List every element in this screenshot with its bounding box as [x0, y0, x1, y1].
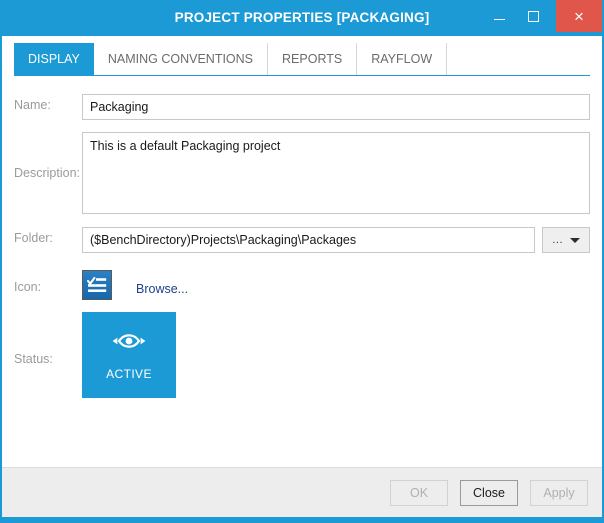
- description-field-area: [82, 132, 590, 214]
- display-tab-panel: Name: Description: Folder: ...: [2, 76, 602, 467]
- chevron-down-icon: [569, 237, 580, 243]
- ellipsis-icon: ...: [552, 233, 563, 246]
- minimize-icon: [493, 19, 505, 20]
- icon-row: Icon: Browse...: [14, 270, 590, 300]
- folder-browse-dropdown-button[interactable]: ...: [542, 227, 590, 253]
- dialog-footer: OK Close Apply: [2, 467, 602, 517]
- tab-strip: DISPLAY NAMING CONVENTIONS REPORTS RAYFL…: [14, 43, 590, 76]
- name-label: Name:: [14, 98, 51, 112]
- folder-field-area: ...: [82, 227, 590, 253]
- icon-browse-link[interactable]: Browse...: [136, 275, 188, 296]
- window-controls: ×: [482, 0, 602, 36]
- tab-display[interactable]: DISPLAY: [14, 43, 94, 75]
- name-input[interactable]: [82, 94, 590, 120]
- tab-display-label: DISPLAY: [28, 52, 80, 66]
- icon-field-area: Browse...: [82, 270, 590, 300]
- minimize-button[interactable]: [482, 0, 516, 32]
- ok-button[interactable]: OK: [390, 479, 448, 506]
- tab-naming-conventions-label: NAMING CONVENTIONS: [107, 52, 254, 66]
- status-row: Status: ACTIVE: [14, 312, 590, 398]
- maximize-button[interactable]: [516, 0, 550, 32]
- name-row: Name:: [14, 94, 590, 120]
- close-button[interactable]: ×: [556, 0, 602, 32]
- name-field-area: [82, 94, 590, 120]
- description-label: Description:: [14, 166, 80, 180]
- tab-reports-label: REPORTS: [282, 52, 343, 66]
- icon-label: Icon:: [14, 280, 42, 294]
- eye-icon: [112, 333, 146, 348]
- tab-reports[interactable]: REPORTS: [268, 43, 358, 75]
- folder-input-wrap: [82, 227, 535, 253]
- folder-row: Folder: ...: [14, 227, 590, 253]
- status-field-area: ACTIVE: [82, 312, 590, 398]
- tab-naming-conventions[interactable]: NAMING CONVENTIONS: [93, 43, 269, 75]
- status-label: Status:: [14, 352, 53, 366]
- description-textarea[interactable]: [82, 132, 590, 214]
- tab-rayflow[interactable]: RAYFLOW: [357, 43, 448, 75]
- folder-input[interactable]: [82, 227, 535, 253]
- tab-rayflow-label: RAYFLOW: [371, 52, 433, 66]
- close-icon: ×: [574, 6, 584, 26]
- close-dialog-button[interactable]: Close: [460, 479, 518, 506]
- apply-button[interactable]: Apply: [530, 479, 588, 506]
- maximize-icon: [527, 10, 539, 22]
- project-icon-preview[interactable]: [82, 270, 112, 300]
- checklist-icon: [87, 276, 107, 292]
- status-tile-label: ACTIVE: [106, 366, 152, 381]
- status-active-tile[interactable]: ACTIVE: [82, 312, 176, 398]
- eye-icon-wrap: [110, 330, 148, 357]
- description-row: Description:: [14, 132, 590, 214]
- project-properties-window: PROJECT PROPERTIES [PACKAGING] × DISPLAY…: [0, 0, 604, 523]
- folder-label: Folder:: [14, 231, 53, 245]
- tab-strip-container: DISPLAY NAMING CONVENTIONS REPORTS RAYFL…: [2, 36, 602, 76]
- title-bar: PROJECT PROPERTIES [PACKAGING] ×: [2, 0, 602, 36]
